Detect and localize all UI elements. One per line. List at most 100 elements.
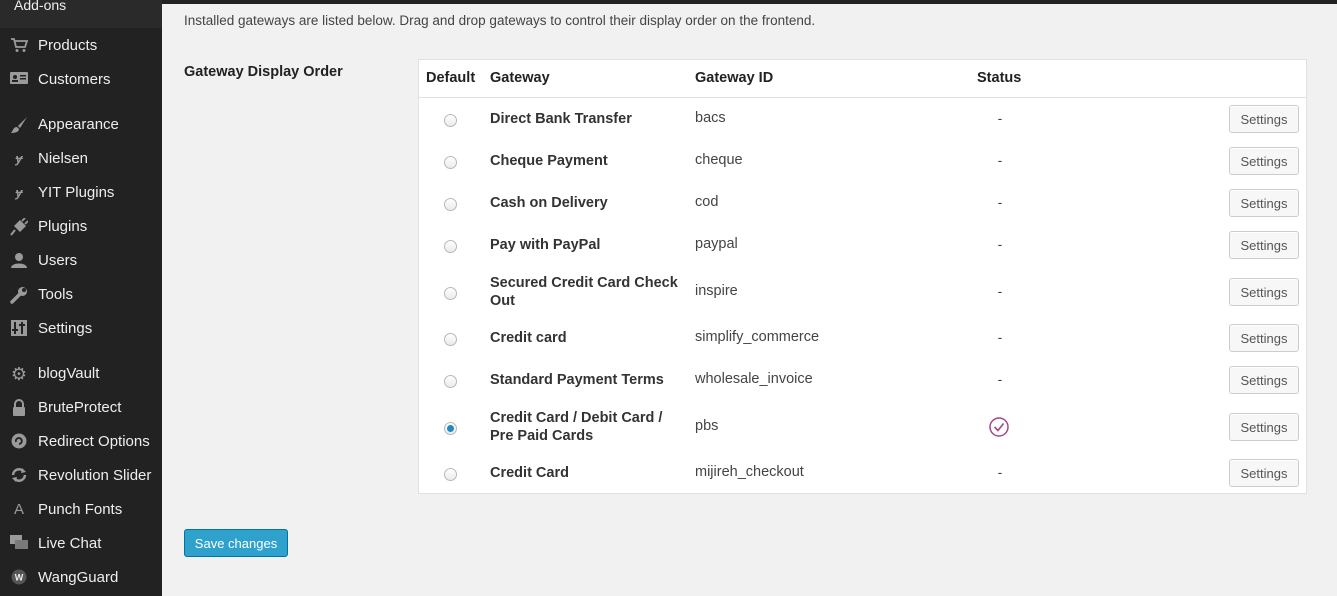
sidebar-item-settings[interactable]: Settings xyxy=(0,312,162,346)
sidebar-item-users[interactable]: Users xyxy=(0,244,162,278)
gateway-status: - xyxy=(997,329,1003,345)
header-status: Status xyxy=(977,70,1022,86)
gateway-id: cod xyxy=(695,194,719,210)
table-row[interactable]: Credit Card / Debit Card / Pre Paid Card… xyxy=(419,401,1306,452)
gateway-name: Direct Bank Transfer xyxy=(490,111,632,127)
gateway-status: - xyxy=(997,194,1003,210)
sidebar-item-live-chat[interactable]: Live Chat xyxy=(0,527,162,561)
header-gateway-id: Gateway ID xyxy=(695,70,774,86)
gateway-id: wholesale_invoice xyxy=(695,371,813,387)
sidebar-item-label: Nielsen xyxy=(38,150,89,167)
id-card-icon xyxy=(9,71,29,89)
user-icon xyxy=(9,252,29,270)
settings-sliders-icon xyxy=(9,320,29,338)
default-radio[interactable] xyxy=(444,468,457,481)
table-row[interactable]: Direct Bank Transfer bacs - Settings xyxy=(419,98,1306,140)
table-row[interactable]: Cheque Payment cheque - Settings xyxy=(419,140,1306,182)
redirect-icon xyxy=(9,433,29,451)
gateway-id: pbs xyxy=(695,418,719,434)
sidebar-item-yit-plugins[interactable]: ɏ YIT Plugins xyxy=(0,176,162,210)
save-changes-button[interactable]: Save changes xyxy=(184,529,288,557)
settings-button[interactable]: Settings xyxy=(1229,105,1299,133)
gateways-table: Default Gateway Gateway ID Status Direct… xyxy=(418,59,1307,494)
sidebar-item-label: Appearance xyxy=(38,116,119,133)
sidebar-item-wangguard[interactable]: W WangGuard xyxy=(0,561,162,595)
sidebar-item-label: blogVault xyxy=(38,365,100,382)
gateway-id: mijireh_checkout xyxy=(695,464,804,480)
sidebar-item-tools[interactable]: Tools xyxy=(0,278,162,312)
gateway-status: - xyxy=(997,283,1003,299)
cart-icon xyxy=(9,37,29,55)
default-radio[interactable] xyxy=(444,240,457,253)
gateway-name: Pay with PayPal xyxy=(490,237,601,253)
default-radio[interactable] xyxy=(444,422,457,435)
sidebar-item-label: BruteProtect xyxy=(38,399,122,416)
sidebar-item-add-ons[interactable]: Add-ons xyxy=(0,0,162,28)
lock-icon xyxy=(9,399,29,417)
admin-topbar xyxy=(162,0,1337,4)
sidebar-item-label: Users xyxy=(38,252,78,269)
sidebar-item-products[interactable]: Products xyxy=(0,29,162,63)
check-circle-icon xyxy=(989,417,1009,437)
gateway-name: Secured Credit Card Check Out xyxy=(490,275,678,309)
settings-button[interactable]: Settings xyxy=(1229,413,1299,441)
gateway-id: bacs xyxy=(695,110,726,126)
gateway-id: simplify_commerce xyxy=(695,329,820,345)
chat-icon xyxy=(9,535,29,553)
default-radio[interactable] xyxy=(444,287,457,300)
gateway-status: - xyxy=(997,236,1003,252)
paintbrush-icon xyxy=(9,116,29,134)
default-radio[interactable] xyxy=(444,333,457,346)
settings-button[interactable]: Settings xyxy=(1229,189,1299,217)
header-default: Default xyxy=(426,70,476,86)
yit-icon: ɏ xyxy=(15,151,23,166)
gateway-status: - xyxy=(997,464,1003,480)
settings-button[interactable]: Settings xyxy=(1229,147,1299,175)
sidebar-item-punch-fonts[interactable]: A Punch Fonts xyxy=(0,493,162,527)
gateway-name: Cheque Payment xyxy=(490,153,608,169)
table-row[interactable]: Standard Payment Terms wholesale_invoice… xyxy=(419,359,1306,401)
sidebar-item-revolution-slider[interactable]: Revolution Slider xyxy=(0,459,162,493)
sidebar-item-label: Redirect Options xyxy=(38,433,150,450)
sidebar-item-blogvault[interactable]: ⚙ blogVault xyxy=(0,357,162,391)
gear-icon: ⚙ xyxy=(10,364,28,384)
sidebar-item-label: Products xyxy=(38,37,98,54)
wrench-icon xyxy=(9,286,29,304)
gateway-status: - xyxy=(997,110,1003,126)
table-header: Default Gateway Gateway ID Status xyxy=(419,60,1306,98)
default-radio[interactable] xyxy=(444,156,457,169)
font-icon: A xyxy=(13,501,24,518)
header-gateway: Gateway xyxy=(490,70,550,86)
default-radio[interactable] xyxy=(444,198,457,211)
settings-button[interactable]: Settings xyxy=(1229,231,1299,259)
table-row[interactable]: Secured Credit Card Check Out inspire - … xyxy=(419,266,1306,317)
gateway-name: Credit Card / Debit Card / Pre Paid Card… xyxy=(490,410,663,444)
sidebar-item-nielsen[interactable]: ɏ Nielsen xyxy=(0,142,162,176)
table-row[interactable]: Credit Card mijireh_checkout - Settings xyxy=(419,452,1306,494)
sidebar-item-appearance[interactable]: Appearance xyxy=(0,108,162,142)
gateway-name: Cash on Delivery xyxy=(490,195,608,211)
settings-button[interactable]: Settings xyxy=(1229,324,1299,352)
intro-text: Installed gateways are listed below. Dra… xyxy=(184,13,816,28)
admin-sidebar: Add-ons Products Customers Appearance ɏ … xyxy=(0,0,162,596)
sidebar-item-label: Settings xyxy=(38,320,93,337)
sidebar-item-bruteprotect[interactable]: BruteProtect xyxy=(0,391,162,425)
sidebar-item-label: WangGuard xyxy=(38,569,119,586)
table-row[interactable]: Cash on Delivery cod - Settings xyxy=(419,182,1306,224)
sidebar-item-customers[interactable]: Customers xyxy=(0,63,162,97)
sidebar-item-redirect-options[interactable]: Redirect Options xyxy=(0,425,162,459)
default-radio[interactable] xyxy=(444,375,457,388)
sidebar-item-plugins[interactable]: Plugins xyxy=(0,210,162,244)
default-radio[interactable] xyxy=(444,114,457,127)
table-row[interactable]: Pay with PayPal paypal - Settings xyxy=(419,224,1306,266)
gateway-status: - xyxy=(997,371,1003,387)
settings-button[interactable]: Settings xyxy=(1229,278,1299,306)
sidebar-item-label: Customers xyxy=(38,71,111,88)
sidebar-item-label: Add-ons xyxy=(14,0,67,13)
settings-button[interactable]: Settings xyxy=(1229,459,1299,487)
gateway-id: paypal xyxy=(695,236,738,252)
sidebar-item-label: Tools xyxy=(38,286,74,303)
table-row[interactable]: Credit card simplify_commerce - Settings xyxy=(419,317,1306,359)
settings-button[interactable]: Settings xyxy=(1229,366,1299,394)
sidebar-item-label: Plugins xyxy=(38,218,88,235)
